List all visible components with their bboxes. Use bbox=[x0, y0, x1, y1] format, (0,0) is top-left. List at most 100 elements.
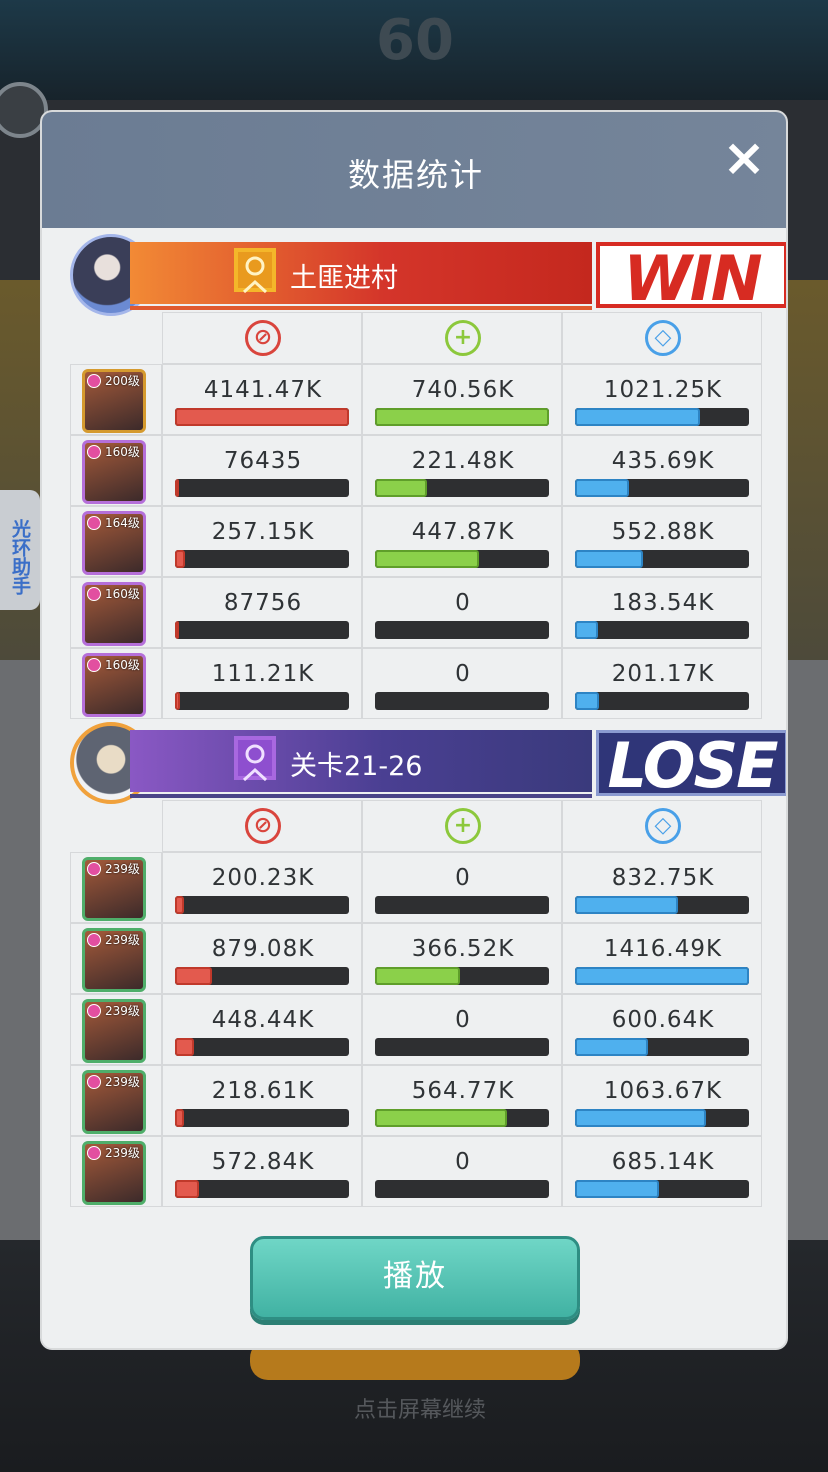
damage-bar bbox=[175, 1180, 349, 1198]
hero-portrait[interactable]: 239级 bbox=[82, 999, 146, 1063]
damage-value: 87756 bbox=[223, 590, 303, 616]
heal-bar bbox=[375, 896, 549, 914]
banner-underline bbox=[130, 306, 592, 310]
portrait-cell: 160级 bbox=[70, 577, 162, 648]
heal-bar bbox=[375, 692, 549, 710]
portrait-cell: 160级 bbox=[70, 435, 162, 506]
portrait-cell: 239级 bbox=[70, 1065, 162, 1136]
heal-value: 0 bbox=[455, 865, 471, 891]
shield-bar-fill bbox=[575, 692, 600, 710]
heal-bar-fill bbox=[375, 479, 428, 497]
hero-row: 239级 572.84K 0 685.14K bbox=[70, 1136, 762, 1207]
damage-value: 76435 bbox=[223, 448, 303, 474]
hero-portrait[interactable]: 200级 bbox=[82, 369, 146, 433]
heal-cell: 0 bbox=[362, 1136, 562, 1207]
close-icon[interactable]: × bbox=[718, 132, 770, 184]
hero-row: 160级 111.21K 0 201.17K bbox=[70, 648, 762, 719]
portrait-cell: 164级 bbox=[70, 506, 162, 577]
hero-row: 239级 879.08K 366.52K 1416.49K bbox=[70, 923, 762, 994]
damage-value: 4141.47K bbox=[203, 377, 323, 403]
shield-cell: 552.88K bbox=[562, 506, 762, 577]
shield-cell: 201.17K bbox=[562, 648, 762, 719]
damage-value: 200.23K bbox=[211, 865, 315, 891]
level-badge: 160级 bbox=[105, 658, 140, 672]
heal-bar bbox=[375, 1180, 549, 1198]
hero-portrait[interactable]: 239级 bbox=[82, 857, 146, 921]
stats-dialog: 数据统计 × 土匪进村 WIN ⊘ + ◇ 200级 4141.47K 740.56… bbox=[40, 110, 788, 1350]
sword-icon: ⊘ bbox=[245, 320, 281, 356]
play-button[interactable]: 播放 bbox=[250, 1236, 580, 1320]
shield-bar-fill bbox=[575, 1038, 649, 1056]
portrait-cell: 200级 bbox=[70, 364, 162, 435]
shield-value: 435.69K bbox=[611, 448, 715, 474]
damage-bar-fill bbox=[175, 1038, 195, 1056]
shield-value: 1416.49K bbox=[603, 936, 723, 962]
damage-cell: 879.08K bbox=[162, 923, 362, 994]
damage-bar bbox=[175, 479, 349, 497]
hero-portrait[interactable]: 239级 bbox=[82, 1070, 146, 1134]
heal-bar-fill bbox=[375, 550, 480, 568]
plus-icon: + bbox=[445, 808, 481, 844]
shield-bar-fill bbox=[575, 967, 749, 985]
hero-portrait[interactable]: 160级 bbox=[82, 582, 146, 646]
background-score: 60 bbox=[376, 8, 454, 73]
shield-bar-fill bbox=[575, 1109, 706, 1127]
heal-value: 0 bbox=[455, 661, 471, 687]
heal-value: 0 bbox=[455, 1149, 471, 1175]
shield-cell: 685.14K bbox=[562, 1136, 762, 1207]
damage-value: 111.21K bbox=[211, 661, 315, 687]
damage-bar bbox=[175, 967, 349, 985]
level-badge: 239级 bbox=[105, 862, 140, 876]
shield-value: 832.75K bbox=[611, 865, 715, 891]
damage-value: 879.08K bbox=[211, 936, 315, 962]
damage-cell: 572.84K bbox=[162, 1136, 362, 1207]
heal-bar bbox=[375, 1109, 549, 1127]
background-hint: 点击屏幕继续 bbox=[353, 1398, 486, 1423]
hero-portrait[interactable]: 160级 bbox=[82, 653, 146, 717]
level-badge: 239级 bbox=[105, 933, 140, 947]
level-badge: 160级 bbox=[105, 445, 140, 459]
team-banner: 土匪进村 bbox=[130, 242, 592, 304]
banner-underline bbox=[130, 794, 592, 798]
damage-bar-fill bbox=[175, 967, 212, 985]
background-header: 60 bbox=[0, 0, 828, 100]
hero-portrait[interactable]: 164级 bbox=[82, 511, 146, 575]
shield-value: 600.64K bbox=[611, 1007, 715, 1033]
damage-bar bbox=[175, 1038, 349, 1056]
sword-icon: ⊘ bbox=[245, 808, 281, 844]
hero-portrait[interactable]: 239级 bbox=[82, 1141, 146, 1205]
shield-icon: ◇ bbox=[645, 808, 681, 844]
damage-bar-fill bbox=[175, 896, 184, 914]
hero-portrait[interactable]: 160级 bbox=[82, 440, 146, 504]
damage-value: 448.44K bbox=[211, 1007, 315, 1033]
team-name: 关卡21-26 bbox=[290, 751, 423, 782]
result-badge: WIN bbox=[596, 242, 786, 308]
hero-row: 239级 218.61K 564.77K 1063.67K bbox=[70, 1065, 762, 1136]
heal-bar bbox=[375, 479, 549, 497]
shield-bar-fill bbox=[575, 550, 643, 568]
hero-row: 164级 257.15K 447.87K 552.88K bbox=[70, 506, 762, 577]
hero-row: 200级 4141.47K 740.56K 1021.25K bbox=[70, 364, 762, 435]
stat-icon-row: ⊘ + ◇ bbox=[162, 800, 762, 852]
level-badge: 239级 bbox=[105, 1004, 140, 1018]
shield-cell: 1063.67K bbox=[562, 1065, 762, 1136]
result-badge: LOSE bbox=[596, 730, 786, 796]
shield-bar-fill bbox=[575, 479, 629, 497]
damage-cell: 111.21K bbox=[162, 648, 362, 719]
shield-cell: 183.54K bbox=[562, 577, 762, 648]
damage-bar bbox=[175, 550, 349, 568]
damage-bar bbox=[175, 692, 349, 710]
heal-header: + bbox=[362, 800, 562, 852]
shield-value: 552.88K bbox=[611, 519, 715, 545]
stat-icon-row: ⊘ + ◇ bbox=[162, 312, 762, 364]
shield-bar-fill bbox=[575, 896, 678, 914]
shield-bar bbox=[575, 621, 749, 639]
hero-row: 239级 200.23K 0 832.75K bbox=[70, 852, 762, 923]
damage-bar-fill bbox=[175, 621, 179, 639]
shield-bar bbox=[575, 479, 749, 497]
portrait-cell: 239级 bbox=[70, 852, 162, 923]
hero-row: 160级 76435 221.48K 435.69K bbox=[70, 435, 762, 506]
side-helper-tab[interactable]: 光环助手 bbox=[0, 490, 40, 610]
hero-portrait[interactable]: 239级 bbox=[82, 928, 146, 992]
shield-header: ◇ bbox=[562, 800, 762, 852]
